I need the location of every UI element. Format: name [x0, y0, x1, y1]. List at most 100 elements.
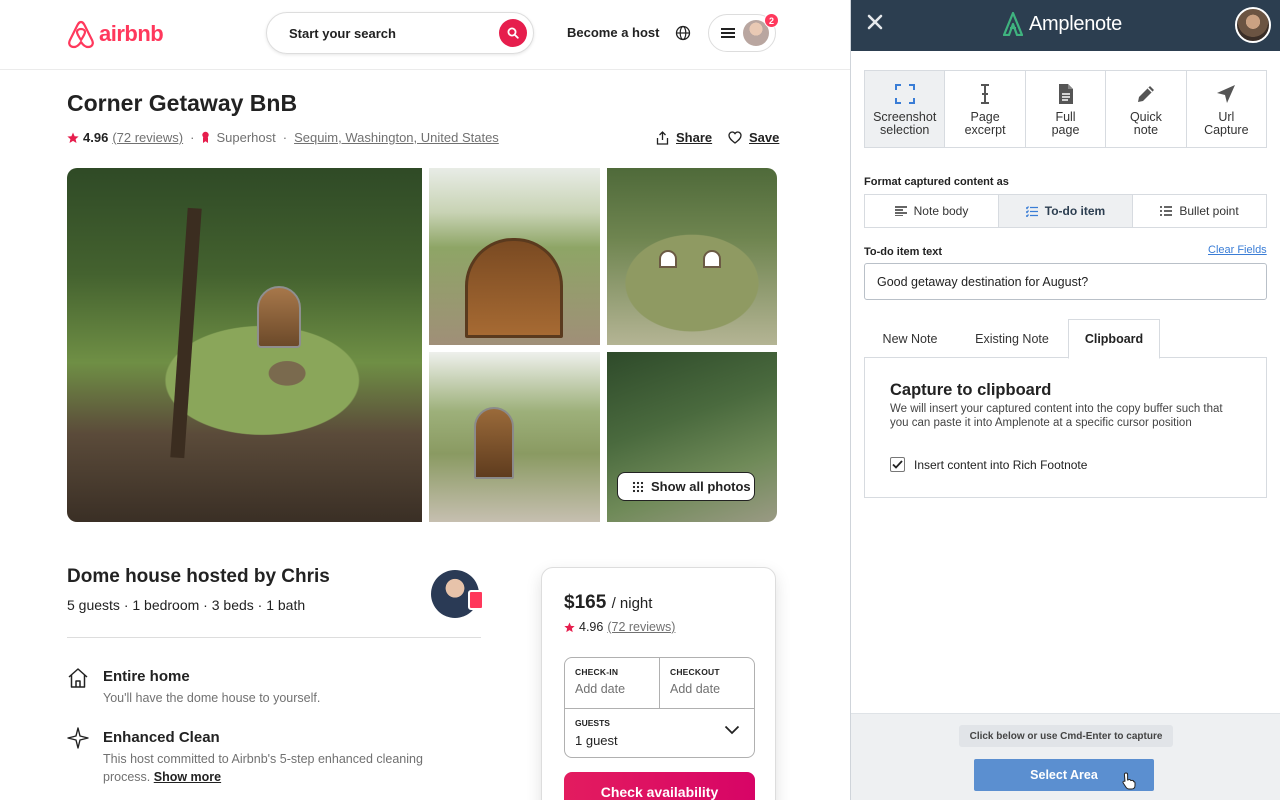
show-more-link[interactable]: Show more: [154, 770, 221, 784]
checkout-label: CHECKOUT: [670, 667, 720, 677]
clipboard-title: Capture to clipboard: [890, 381, 1052, 399]
host-summary: 5 guests · 1 bedroom · 3 beds · 1 bath: [67, 597, 306, 613]
share-icon: [656, 130, 669, 145]
show-all-photos-button[interactable]: Show all photos: [617, 472, 755, 501]
tab-full-page[interactable]: Full page: [1026, 71, 1107, 147]
airbnb-logo[interactable]: airbnb: [67, 19, 164, 49]
feature-desc-entire-home: You'll have the dome house to yourself.: [103, 691, 321, 705]
rich-footnote-label: Insert content into Rich Footnote: [914, 457, 1088, 472]
format-todo-item[interactable]: To-do item: [999, 195, 1133, 227]
amplenote-panel: Amplenote Screenshot selection Page exce…: [850, 0, 1280, 800]
airbnb-header: airbnb Start your search Become a host 2: [0, 0, 850, 70]
format-bullet-point[interactable]: Bullet point: [1133, 195, 1266, 227]
share-button[interactable]: Share: [656, 130, 712, 145]
feature-desc-text: This host committed to Airbnb's 5-step e…: [103, 752, 423, 784]
tab-label: Capture: [1204, 123, 1249, 137]
tab-label: excerpt: [964, 123, 1006, 137]
amplenote-header: Amplenote: [851, 0, 1280, 51]
photo-detail: [465, 238, 563, 338]
sparkle-icon: [67, 727, 89, 749]
search-button[interactable]: [499, 19, 527, 47]
globe-icon[interactable]: [675, 25, 691, 41]
guests-value: 1 guest: [575, 733, 618, 748]
airbnb-page: airbnb Start your search Become a host 2…: [0, 0, 850, 800]
booking-reviews-link[interactable]: (72 reviews): [607, 620, 675, 634]
tab-clipboard[interactable]: Clipboard: [1068, 319, 1160, 359]
grid-dots-icon: [632, 480, 644, 493]
booking-card: $165 / night 4.96 (72 reviews) CHECK-IN …: [541, 567, 776, 800]
account-avatar[interactable]: [1235, 7, 1271, 43]
tab-screenshot-selection[interactable]: Screenshot selection: [865, 71, 946, 147]
clear-fields-link[interactable]: Clear Fields: [1208, 244, 1267, 256]
capture-hint: Click below or use Cmd-Enter to capture: [959, 725, 1173, 747]
feature-title-enhanced-clean: Enhanced Clean: [103, 729, 220, 746]
checkin-value: Add date: [575, 682, 626, 696]
search-icon: [507, 27, 519, 39]
pointer-cursor-icon: [1122, 772, 1136, 790]
rich-footnote-option[interactable]: Insert content into Rich Footnote: [890, 457, 1087, 472]
destination-tabs: New Note Existing Note Clipboard: [864, 319, 1267, 359]
bullet-list-icon: [1160, 206, 1173, 216]
checkin-field[interactable]: CHECK-IN Add date: [565, 658, 660, 708]
amplenote-logo: Amplenote: [1003, 12, 1122, 36]
listing-photo-2[interactable]: [429, 168, 600, 345]
listing-photo-main[interactable]: [67, 168, 422, 522]
todo-text-label: To-do item text: [864, 246, 943, 258]
photo-detail: [659, 250, 677, 268]
listing-rating: 4.96: [83, 130, 109, 145]
close-icon[interactable]: [866, 13, 884, 31]
price-value: $165: [564, 592, 607, 613]
align-left-icon: [894, 206, 907, 216]
superhost-badge-icon: [468, 590, 484, 610]
show-all-photos-label: Show all photos: [651, 479, 751, 494]
clipboard-description: We will insert your captured content int…: [890, 403, 1223, 429]
search-placeholder: Start your search: [289, 25, 396, 41]
listing-reviews-link[interactable]: (72 reviews): [112, 130, 183, 145]
pencil-icon: [1137, 86, 1154, 102]
star-icon: [67, 132, 79, 143]
document-icon: [1058, 84, 1073, 104]
checkmark-icon: [892, 460, 903, 469]
check-availability-button[interactable]: Check availability: [564, 772, 755, 800]
tab-existing-note[interactable]: Existing Note: [962, 319, 1062, 358]
tab-quick-note[interactable]: Quick note: [1106, 71, 1187, 147]
checklist-icon: [1025, 205, 1038, 217]
checkin-label: CHECK-IN: [575, 667, 619, 677]
tab-url-capture[interactable]: Url Capture: [1187, 71, 1266, 147]
price-unit: / night: [611, 595, 653, 612]
feature-desc-enhanced-clean: This host committed to Airbnb's 5-step e…: [103, 750, 463, 786]
airbnb-logo-icon: [68, 20, 94, 49]
booking-rating-value: 4.96: [579, 620, 604, 634]
tab-label: selection: [880, 123, 930, 137]
clipboard-panel: Capture to clipboard We will insert your…: [864, 358, 1267, 498]
notification-badge: 2: [764, 13, 779, 28]
amplenote-logo-icon: [1003, 12, 1023, 36]
send-icon: [1217, 85, 1236, 103]
guests-label: GUESTS: [575, 718, 610, 728]
save-button[interactable]: Save: [728, 130, 779, 145]
guests-field[interactable]: GUESTS 1 guest: [565, 708, 754, 758]
tab-new-note[interactable]: New Note: [864, 319, 956, 358]
host-title: Dome house hosted by Chris: [67, 566, 330, 587]
search-bar[interactable]: Start your search: [266, 12, 534, 54]
become-host-link[interactable]: Become a host: [567, 25, 659, 40]
checkout-field[interactable]: CHECKOUT Add date: [660, 658, 754, 708]
rich-footnote-checkbox[interactable]: [890, 457, 905, 472]
photo-detail: [474, 407, 514, 479]
format-label-text: Bullet point: [1179, 204, 1239, 218]
hamburger-menu-icon: [721, 28, 735, 38]
location-link[interactable]: Sequim, Washington, United States: [294, 130, 499, 145]
todo-text-input[interactable]: [864, 263, 1267, 300]
nightly-price: $165 / night: [564, 592, 652, 614]
feature-title-entire-home: Entire home: [103, 668, 190, 685]
listing-photo-4[interactable]: [429, 352, 600, 522]
listing-photo-3[interactable]: [607, 168, 777, 345]
format-label-text: Note body: [913, 204, 969, 218]
format-note-body[interactable]: Note body: [865, 195, 999, 227]
format-tabs: Note body To-do item Bullet point: [864, 194, 1267, 228]
tab-page-excerpt[interactable]: Page excerpt: [945, 71, 1026, 147]
capture-footer: Click below or use Cmd-Enter to capture …: [851, 713, 1280, 800]
date-guest-picker: CHECK-IN Add date CHECKOUT Add date GUES…: [564, 657, 755, 758]
section-divider: [67, 637, 481, 638]
capture-mode-tabs: Screenshot selection Page excerpt Full p…: [864, 70, 1267, 148]
